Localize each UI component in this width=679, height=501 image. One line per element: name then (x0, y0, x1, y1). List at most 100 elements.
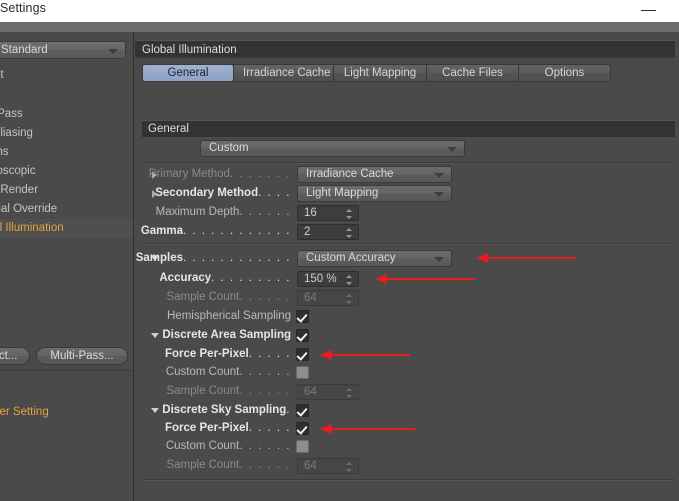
sidebar-item-material-override[interactable]: Material Override (0, 200, 133, 219)
row-maximum-depth: Maximum Depth. . . . . . 16 (135, 203, 679, 222)
sky-force-per-pixel-label: Force Per-Pixel. . . . . (135, 419, 291, 438)
area-sample-count-value: 64 (304, 386, 317, 398)
minimize-icon (641, 10, 656, 12)
stepper-icon[interactable] (345, 227, 353, 239)
area-force-per-pixel-checkbox[interactable] (296, 348, 309, 361)
hemispherical-sampling-label: Hemispherical Sampling (167, 310, 291, 322)
gamma-input[interactable]: 2 (297, 224, 359, 240)
sidebar-item-stereoscopic[interactable]: Stereoscopic (0, 162, 133, 181)
leader-dots: . . . . . . (239, 440, 291, 452)
row-secondary-method: Secondary Method. . . . Light Mapping (135, 184, 679, 203)
row-area-force-per-pixel: Force Per-Pixel. . . . . (135, 345, 679, 364)
annotation-arrow-sky-force (320, 424, 415, 434)
preset-value: Custom (209, 142, 249, 154)
area-force-per-pixel-label: Force Per-Pixel. . . . . (135, 345, 291, 364)
discrete-sky-sampling-checkbox[interactable] (296, 404, 309, 417)
primary-method-dropdown[interactable]: Irradiance Cache (297, 166, 452, 183)
discrete-area-sampling-label: Discrete Area Sampling (162, 329, 291, 341)
multi-pass-button[interactable]: Multi-Pass... (36, 347, 128, 365)
titlebar-underline (0, 22, 679, 32)
tab-light-mapping[interactable]: Light Mapping (333, 64, 427, 82)
sky-force-per-pixel-checkbox[interactable] (296, 422, 309, 435)
area-custom-count-label-text: Custom Count (165, 366, 240, 378)
section-header-general: General (142, 120, 675, 137)
window-titlebar: Settings (0, 0, 679, 22)
sky-sample-count-input: 64 (297, 458, 359, 474)
renderer-preset-row: Standard (0, 41, 126, 59)
sidebar-item-label: Multi-Pass (0, 108, 23, 120)
secondary-method-dropdown[interactable]: Light Mapping (297, 185, 452, 202)
renderer-preset-dropdown[interactable]: Standard (0, 41, 126, 59)
gamma-label: Gamma. . . . . . . . . . . . (135, 222, 291, 241)
annotation-arrow-samples (476, 253, 576, 263)
area-custom-count-checkbox[interactable] (296, 366, 309, 379)
discrete-area-sampling-checkbox[interactable] (296, 329, 309, 342)
sidebar-item-team-render[interactable]: Team Render (0, 181, 133, 200)
sky-sample-count-value: 64 (304, 460, 317, 472)
arrow-shaft (385, 277, 475, 280)
leader-dots: . . . . . . . (229, 168, 291, 180)
leader-dots: . . . . . . (239, 291, 291, 303)
annotation-arrow-area-force (320, 350, 410, 360)
row-accuracy: Accuracy. . . . . . . . . 150 % (135, 269, 679, 288)
leader-dots: . . . . (258, 187, 291, 199)
sample-count-value: 64 (304, 292, 317, 304)
chevron-down-icon (447, 147, 457, 152)
sky-custom-count-label: Custom Count. . . . . . (135, 437, 291, 456)
samples-dropdown[interactable]: Custom Accuracy (297, 250, 452, 267)
accuracy-input[interactable]: 150 % (297, 271, 359, 287)
stepper-icon (345, 387, 353, 399)
row-preset: Preset Custom (135, 139, 679, 158)
sky-force-per-pixel-label-text: Force Per-Pixel (165, 422, 249, 434)
minimize-button[interactable] (638, 4, 660, 18)
accuracy-label-text: Accuracy (159, 272, 212, 284)
sidebar-item-save[interactable]: Save (0, 85, 133, 105)
leader-dots: . . . . . . . . . . . . (183, 225, 291, 237)
sidebar-item-global-illumination[interactable]: Global Illumination (0, 219, 133, 238)
sidebar-item-antialiasing[interactable]: Anti-Aliasing (0, 124, 133, 143)
sample-count-label: Sample Count. . . . . . (135, 288, 291, 307)
tab-options[interactable]: Options (518, 64, 611, 82)
discrete-sky-sampling-label: Discrete Sky Sampling. (135, 401, 291, 420)
gamma-value: 2 (304, 226, 311, 238)
leader-dots: . . . . . . (239, 366, 291, 378)
stepper-icon[interactable] (345, 274, 353, 286)
sidebar-item-label: Material Override (0, 203, 58, 215)
sidebar-render-setting-entry[interactable]: Render Setting (0, 403, 133, 421)
sky-custom-count-checkbox[interactable] (296, 440, 309, 453)
leader-dots: . . . . . . (239, 459, 291, 471)
row-sky-force-per-pixel: Force Per-Pixel. . . . . (135, 419, 679, 438)
tab-cache-files[interactable]: Cache Files (426, 64, 519, 82)
tab-general[interactable]: General (142, 64, 234, 82)
maximum-depth-input[interactable]: 16 (297, 205, 359, 221)
sidebar-item-output[interactable]: Output (0, 66, 133, 85)
accuracy-value: 150 % (304, 273, 337, 285)
sidebar-item-options[interactable]: Options (0, 143, 133, 162)
sidebar-item-multipass[interactable]: Multi-Pass (0, 105, 133, 124)
row-discrete-area-sampling: Discrete Area Sampling (135, 326, 679, 345)
hemispherical-sampling-checkbox[interactable] (296, 310, 309, 323)
samples-label-text: Samples (135, 252, 183, 264)
leader-dots: . . . . . . . . . . . . (183, 252, 291, 264)
gamma-label-text: Gamma (140, 225, 183, 237)
sidebar-button-row: Effect... Multi-Pass... (0, 343, 133, 369)
sky-sample-count-label: Sample Count. . . . . . (135, 456, 291, 475)
arrow-shaft (486, 256, 576, 259)
divider-2 (142, 243, 675, 245)
row-sample-count: Sample Count. . . . . . 64 (135, 288, 679, 307)
divider-1 (142, 162, 675, 164)
stepper-icon[interactable] (345, 208, 353, 220)
effect-button[interactable]: Effect... (0, 347, 30, 365)
sidebar-item-list: Output Save Multi-Pass Anti-Aliasing Opt… (0, 66, 133, 238)
sidebar-item-label: Output (0, 69, 4, 81)
panel-tabbar: General Irradiance Cache Light Mapping C… (142, 64, 611, 82)
discrete-sky-sampling-label-text: Discrete Sky Sampling (162, 404, 287, 416)
tab-irradiance-cache[interactable]: Irradiance Cache (233, 64, 334, 82)
row-sky-sample-count: Sample Count. . . . . . 64 (135, 456, 679, 475)
samples-label: Samples. . . . . . . . . . . . (135, 249, 291, 268)
preset-dropdown[interactable]: Custom (200, 140, 465, 157)
render-setting-label: Render Setting (0, 406, 49, 418)
secondary-method-value: Light Mapping (306, 187, 379, 199)
accuracy-label: Accuracy. . . . . . . . . (135, 269, 291, 288)
global-illumination-panel: Global Illumination General Irradiance C… (135, 32, 679, 501)
